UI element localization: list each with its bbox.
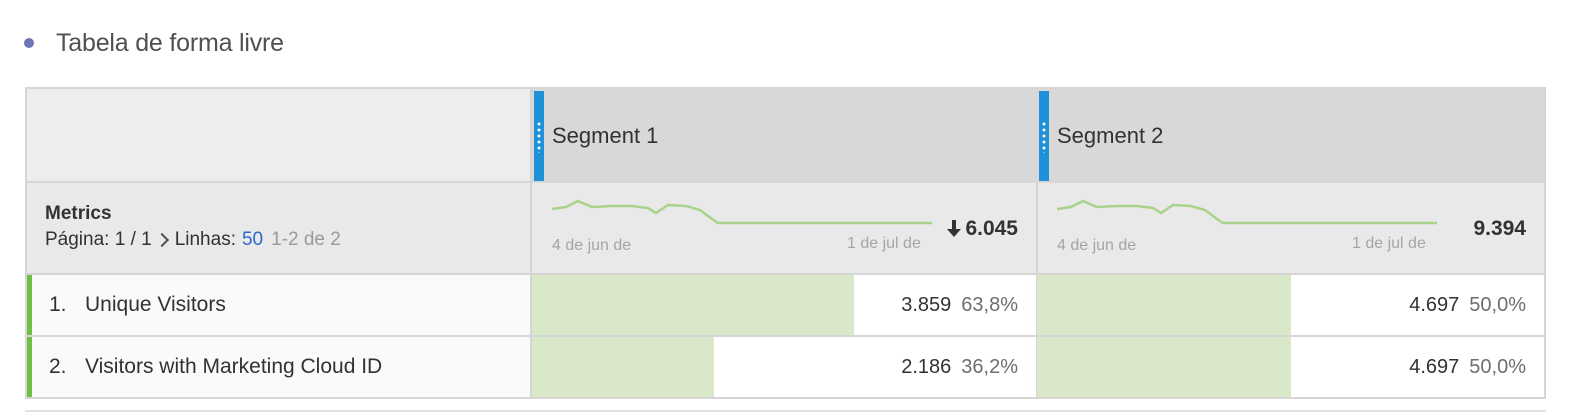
cell-value: 4.697 — [1409, 293, 1460, 316]
row-label: Visitors with Marketing Cloud ID — [85, 355, 383, 378]
cell-percent: 36,2% — [961, 355, 1018, 378]
segment-total: 6.045 — [946, 217, 1018, 241]
segment-name: Segment 2 — [1057, 123, 1164, 148]
segment-summary-cell: 4 de jun de 1 de jul de 6.045 — [532, 183, 1038, 273]
panel-bottom-divider — [25, 410, 1546, 412]
row-index: 1. — [49, 293, 67, 316]
row-label-cell[interactable]: 1. Unique Visitors — [27, 275, 532, 335]
value-bar — [532, 337, 715, 397]
arrow-down-icon — [947, 220, 962, 237]
value-cell[interactable]: 4.697 50,0% — [1037, 337, 1544, 397]
trend-sparkline — [1057, 199, 1437, 225]
pagination: Página: 1 / 1 Linhas: 50 1-2 de 2 — [45, 229, 341, 251]
segment-column-header[interactable]: Segment 2 — [1037, 89, 1544, 181]
sparkline-end-label: 1 de jul de — [1352, 235, 1426, 252]
rows-label: Linhas: — [174, 229, 236, 250]
row-index: 2. — [49, 355, 67, 378]
segment-total-value: 6.045 — [965, 217, 1018, 240]
row-label: Unique Visitors — [85, 293, 226, 316]
row-accent-bar — [27, 275, 32, 335]
rows-per-page-link[interactable]: 50 — [242, 229, 263, 251]
panel-title: Tabela de forma livre — [56, 28, 284, 57]
table-row[interactable]: 1. Unique Visitors 3.859 63,8% 4.697 50,… — [27, 275, 1544, 337]
segment-total: 9.394 — [1473, 217, 1526, 241]
value-cell[interactable]: 3.859 63,8% — [532, 275, 1038, 335]
rows-range: 1-2 de 2 — [271, 229, 341, 250]
value-text: 4.697 50,0% — [1409, 337, 1526, 397]
cell-percent: 50,0% — [1469, 355, 1526, 378]
cell-percent: 50,0% — [1469, 293, 1526, 316]
value-bar — [1037, 275, 1291, 335]
drag-handle-icon[interactable] — [1039, 91, 1049, 181]
sparkline-start-label: 4 de jun de — [1057, 237, 1137, 254]
table-header-row: Segment 1 Segment 2 — [27, 89, 1544, 183]
sparkline-end-label: 1 de jul de — [847, 235, 921, 252]
value-cell[interactable]: 2.186 36,2% — [532, 337, 1038, 397]
segment-name: Segment 1 — [552, 123, 659, 148]
segment-column-header[interactable]: Segment 1 — [532, 89, 1038, 181]
cell-value: 2.186 — [901, 355, 952, 378]
sparkline-start-label: 4 de jun de — [552, 237, 632, 254]
row-label-cell[interactable]: 2. Visitors with Marketing Cloud ID — [27, 337, 532, 397]
drag-handle-icon[interactable] — [534, 91, 544, 181]
table-row[interactable]: 2. Visitors with Marketing Cloud ID 2.18… — [27, 337, 1544, 397]
cell-value: 4.697 — [1409, 355, 1460, 378]
value-text: 2.186 36,2% — [901, 337, 1018, 397]
row-accent-bar — [27, 337, 32, 397]
value-text: 3.859 63,8% — [901, 275, 1018, 335]
metrics-title: Metrics — [45, 203, 112, 224]
metrics-header-row: Metrics Página: 1 / 1 Linhas: 50 1-2 de … — [27, 183, 1544, 275]
panel-collapse-dot-icon[interactable] — [24, 38, 34, 48]
cell-percent: 63,8% — [961, 293, 1018, 316]
next-page-chevron-icon[interactable] — [154, 232, 169, 248]
metrics-header: Metrics Página: 1 / 1 Linhas: 50 1-2 de … — [27, 183, 532, 273]
table-header-corner — [27, 89, 532, 181]
value-cell[interactable]: 4.697 50,0% — [1037, 275, 1544, 335]
cell-value: 3.859 — [901, 293, 952, 316]
page-label: Página: 1 / 1 — [45, 229, 152, 250]
trend-sparkline — [552, 199, 932, 225]
value-bar — [532, 275, 854, 335]
segment-total-value: 9.394 — [1473, 217, 1526, 240]
segment-summary-cell: 4 de jun de 1 de jul de 9.394 — [1037, 183, 1544, 273]
value-bar — [1037, 337, 1291, 397]
value-text: 4.697 50,0% — [1409, 275, 1526, 335]
panel-header[interactable]: Tabela de forma livre — [24, 26, 284, 60]
freeform-table: Segment 1 Segment 2 Metrics Página: 1 / … — [25, 87, 1546, 399]
